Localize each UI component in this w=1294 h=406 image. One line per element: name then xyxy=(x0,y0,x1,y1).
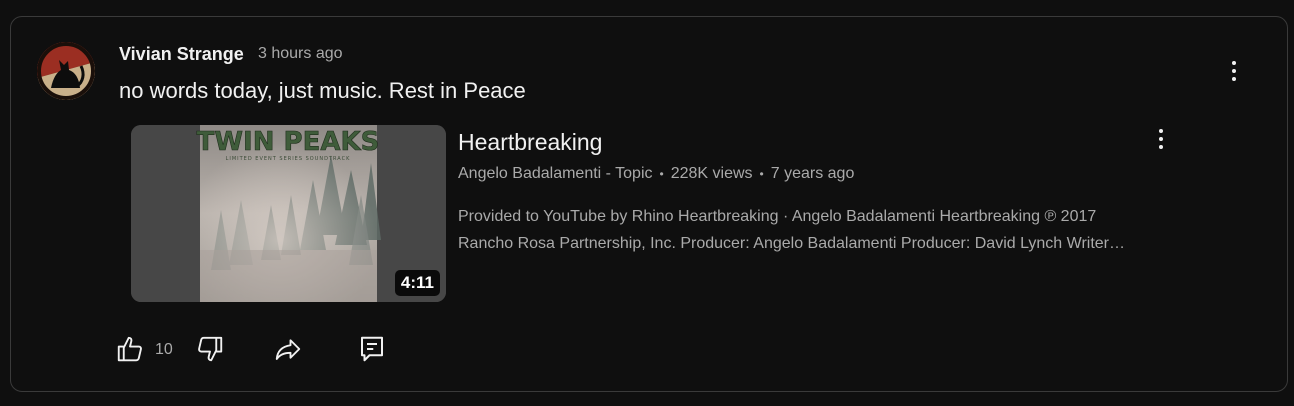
video-description[interactable]: Provided to YouTube by Rhino Heartbreaki… xyxy=(458,203,1198,257)
comment-author[interactable]: Vivian Strange xyxy=(119,44,244,65)
meta-separator: • xyxy=(759,167,764,181)
thumbnail-title: TWIN PEAKS xyxy=(197,127,380,157)
dislike-button[interactable] xyxy=(195,334,229,368)
reply-icon xyxy=(361,336,383,362)
video-thumbnail[interactable]: TWIN PEAKS LIMITED EVENT SERIES SOUNDTRA… xyxy=(131,125,446,302)
black-cat-avatar-image xyxy=(37,42,95,100)
view-count: 228K views xyxy=(670,165,753,182)
share-icon xyxy=(275,339,301,360)
video-age: 7 years ago xyxy=(770,165,855,182)
avatar[interactable] xyxy=(37,42,95,100)
like-count: 10 xyxy=(155,341,173,358)
thumb-down-icon xyxy=(198,336,223,362)
comment-text: no words today, just music. Rest in Peac… xyxy=(119,78,526,103)
comment-timestamp[interactable]: 3 hours ago xyxy=(258,45,343,63)
video-meta: Angelo Badalamenti - Topic • 228K views … xyxy=(458,165,854,183)
like-button[interactable] xyxy=(115,334,149,368)
more-vert-icon[interactable] xyxy=(1222,53,1246,89)
video-more-vert-icon[interactable] xyxy=(1149,121,1173,157)
thumbnail-subtitle: LIMITED EVENT SERIES SOUNDTRACK xyxy=(226,156,351,162)
thumb-up-icon xyxy=(117,336,142,362)
meta-separator: • xyxy=(659,167,664,181)
description-line: Provided to YouTube by Rhino Heartbreaki… xyxy=(458,208,1097,225)
reply-button[interactable] xyxy=(357,334,391,368)
share-button[interactable] xyxy=(272,334,306,368)
video-title[interactable]: Heartbreaking xyxy=(458,129,602,156)
channel-name[interactable]: Angelo Badalamenti - Topic xyxy=(458,165,653,183)
duration-badge: 4:11 xyxy=(394,270,440,296)
description-line: Rancho Rosa Partnership, Inc. Producer: … xyxy=(458,235,1125,252)
comment-card: Vivian Strange 3 hours ago no words toda… xyxy=(10,16,1288,392)
